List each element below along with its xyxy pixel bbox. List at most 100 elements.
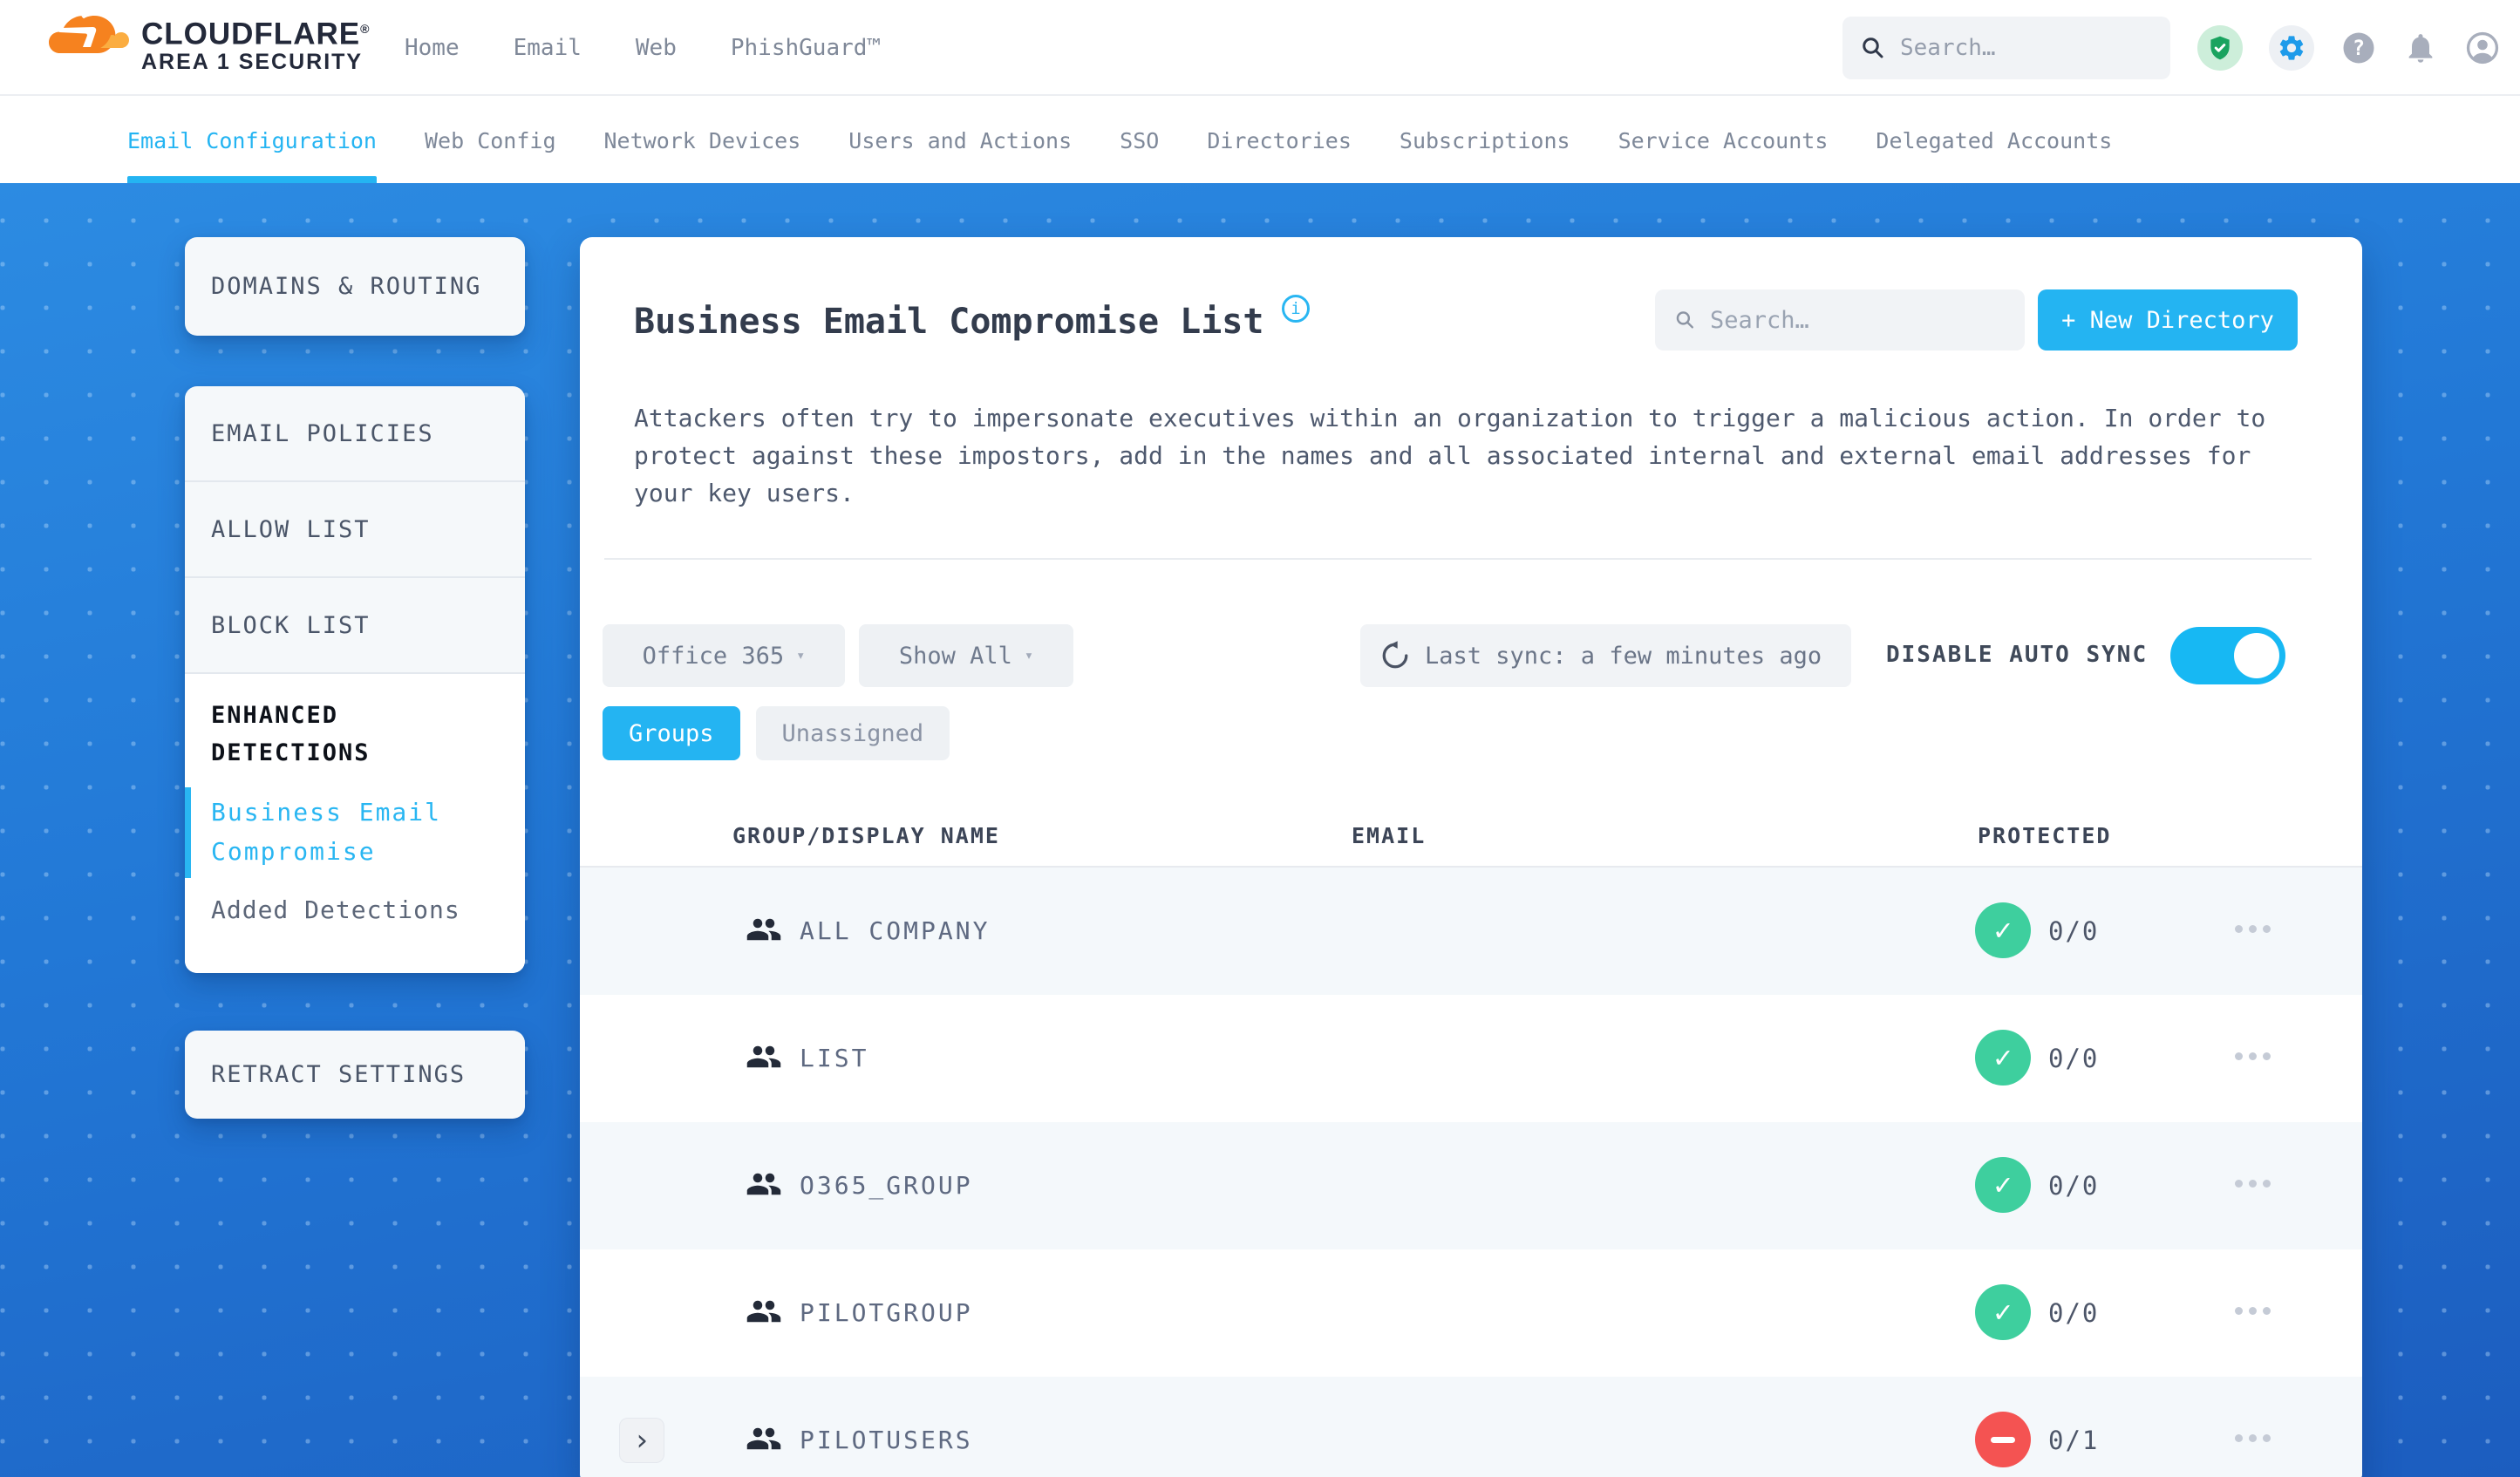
nav-web[interactable]: Web <box>636 35 677 61</box>
info-icon[interactable]: i <box>1282 295 1310 323</box>
directory-dropdown[interactable]: Office 365 ▾ <box>603 624 845 687</box>
groups-tab[interactable]: Groups <box>603 706 740 760</box>
group-icon <box>746 918 781 941</box>
refresh-icon <box>1382 641 1408 669</box>
row-name: ALL COMPANY <box>800 916 991 945</box>
group-icon <box>746 1173 781 1195</box>
column-protected: PROTECTED <box>1978 823 2112 848</box>
sidebar-card-email: EMAIL POLICIES ALLOW LIST BLOCK LIST ENH… <box>185 386 525 973</box>
tab-subscriptions[interactable]: Subscriptions <box>1400 98 1570 183</box>
row-name: PILOTUSERS <box>800 1426 973 1454</box>
page-description: Attackers often try to impersonate execu… <box>634 404 2266 507</box>
protected-count: 0/1 <box>2048 1426 2100 1455</box>
sidebar-card-retract: RETRACT SETTINGS <box>185 1031 525 1119</box>
chevron-down-icon: ▾ <box>796 647 806 664</box>
new-directory-button[interactable]: + New Directory <box>2038 289 2298 351</box>
tab-email-configuration[interactable]: Email Configuration <box>127 98 377 183</box>
tab-sso[interactable]: SSO <box>1120 98 1159 183</box>
settings-gear-icon[interactable] <box>2269 25 2314 71</box>
search-icon <box>1863 37 1883 58</box>
svg-text:?: ? <box>2353 36 2365 60</box>
unassigned-tab[interactable]: Unassigned <box>755 706 950 760</box>
column-group-display-name: GROUP/DISPLAY NAME <box>732 823 1000 848</box>
tab-users-and-actions[interactable]: Users and Actions <box>848 98 1072 183</box>
unprotected-minus-icon <box>1975 1412 2031 1467</box>
nav-phishguard[interactable]: PhishGuard™ <box>731 35 881 61</box>
list-search-input[interactable] <box>1709 306 2006 334</box>
topbar-icons: ? <box>2197 0 2520 96</box>
sidebar-card-domains-routing: DOMAINS & ROUTING <box>185 237 525 336</box>
brand-line1: CLOUDFLARE® <box>141 17 371 51</box>
group-icon <box>746 1045 781 1068</box>
section-tabs: Email Configuration Web Config Network D… <box>0 98 2520 183</box>
page-title: Business Email Compromise List <box>634 302 1264 342</box>
tab-delegated-accounts[interactable]: Delegated Accounts <box>1876 98 2112 183</box>
brand[interactable]: CLOUDFLARE® AREA 1 SECURITY <box>45 9 370 78</box>
user-profile-icon[interactable] <box>2464 30 2501 66</box>
topbar: CLOUDFLARE® AREA 1 SECURITY Home Email W… <box>0 0 2520 96</box>
toggle-knob <box>2234 633 2279 678</box>
group-icon <box>746 1427 781 1450</box>
content-card: Business Email Compromise List i + New D… <box>580 237 2362 1477</box>
sidebar-item-allow-list[interactable]: ALLOW LIST <box>185 482 525 578</box>
tab-directories[interactable]: Directories <box>1207 98 1352 183</box>
global-search-input[interactable] <box>1900 35 2153 61</box>
row-name: O365_GROUP <box>800 1171 973 1200</box>
workspace-background: DOMAINS & ROUTING EMAIL POLICIES ALLOW L… <box>0 183 2520 1477</box>
last-sync-button[interactable]: Last sync: a few minutes ago <box>1360 624 1851 687</box>
list-search[interactable] <box>1655 289 2025 351</box>
filter-row: Office 365 ▾ Show All ▾ Last sync: a few… <box>580 624 2362 687</box>
protected-count: 0/0 <box>2048 1298 2100 1328</box>
auto-sync-toggle[interactable] <box>2170 627 2285 684</box>
row-name: PILOTGROUP <box>800 1298 973 1327</box>
protected-count: 0/0 <box>2048 1171 2100 1201</box>
card-header: Business Email Compromise List i + New D… <box>580 237 2362 368</box>
sidebar-item-email-policies[interactable]: EMAIL POLICIES <box>185 386 525 482</box>
row-menu-button[interactable] <box>2235 1180 2271 1188</box>
row-menu-button[interactable] <box>2235 1434 2271 1442</box>
view-switch: Groups Unassigned <box>603 706 950 760</box>
auto-sync-label: DISABLE AUTO SYNC <box>1886 642 2149 668</box>
help-icon[interactable]: ? <box>2340 30 2377 66</box>
security-shield-icon[interactable] <box>2197 25 2243 71</box>
row-menu-button[interactable] <box>2235 925 2271 933</box>
sidebar-item-added-detections[interactable]: Added Detections <box>211 895 499 924</box>
tab-web-config[interactable]: Web Config <box>425 98 556 183</box>
nav-home[interactable]: Home <box>405 35 460 61</box>
chevron-down-icon: ▾ <box>1024 647 1034 664</box>
notifications-bell-icon[interactable] <box>2403 31 2438 65</box>
brand-line2: AREA 1 SECURITY <box>141 50 364 75</box>
row-menu-button[interactable] <box>2235 1307 2271 1315</box>
table-row[interactable]: PILOTGROUP ✓ 0/0 <box>580 1249 2362 1377</box>
table-body: ALL COMPANY ✓ 0/0 LIST ✓ 0/0 O365_GROUP … <box>580 868 2362 1477</box>
tab-service-accounts[interactable]: Service Accounts <box>1618 98 1829 183</box>
show-filter-dropdown[interactable]: Show All ▾ <box>859 624 1073 687</box>
divider <box>604 558 2312 560</box>
sidebar-item-retract-settings[interactable]: RETRACT SETTINGS <box>185 1031 525 1119</box>
sidebar-item-business-email-compromise[interactable]: Business Email Compromise <box>185 787 455 878</box>
table-row[interactable]: LIST ✓ 0/0 <box>580 995 2362 1122</box>
protected-count: 0/0 <box>2048 1044 2100 1073</box>
protected-check-icon: ✓ <box>1975 902 2031 958</box>
sidebar-item-block-list[interactable]: BLOCK LIST <box>185 578 525 674</box>
table-header: GROUP/DISPLAY NAME EMAIL PROTECTED <box>580 813 2362 868</box>
top-nav: Home Email Web PhishGuard™ <box>405 0 881 96</box>
expand-chevron-button[interactable]: › <box>619 1418 664 1463</box>
cloudflare-logo-icon <box>49 16 129 53</box>
protected-check-icon: ✓ <box>1975 1157 2031 1213</box>
protected-check-icon: ✓ <box>1975 1284 2031 1340</box>
last-sync-text: Last sync: a few minutes ago <box>1425 642 1822 670</box>
sidebar-item-domains-routing[interactable]: DOMAINS & ROUTING <box>185 237 525 336</box>
tab-network-devices[interactable]: Network Devices <box>604 98 801 183</box>
nav-email[interactable]: Email <box>514 35 582 61</box>
table-row[interactable]: › PILOTUSERS 0/1 <box>580 1377 2362 1477</box>
row-menu-button[interactable] <box>2235 1052 2271 1060</box>
global-search[interactable] <box>1842 17 2170 79</box>
sidebar-item-enhanced-detections[interactable]: ENHANCED DETECTIONS <box>211 697 499 772</box>
sidebar-section-enhanced-detections: ENHANCED DETECTIONS Business Email Compr… <box>185 674 525 973</box>
protected-count: 0/0 <box>2048 916 2100 946</box>
row-name: LIST <box>800 1044 869 1072</box>
group-icon <box>746 1300 781 1323</box>
table-row[interactable]: ALL COMPANY ✓ 0/0 <box>580 868 2362 995</box>
table-row[interactable]: O365_GROUP ✓ 0/0 <box>580 1122 2362 1249</box>
